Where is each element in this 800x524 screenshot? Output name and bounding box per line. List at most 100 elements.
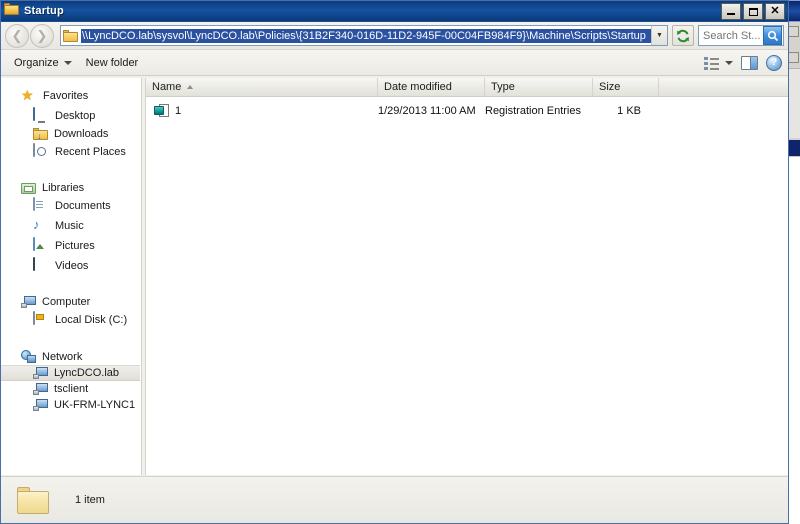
new-folder-label: New folder xyxy=(85,56,139,69)
sidebar-item-uk-frm-lync1[interactable]: UK-FRM-LYNC1 xyxy=(1,397,140,413)
sidebar-item-downloads[interactable]: ↓ Downloads xyxy=(1,126,140,142)
forward-button[interactable]: ❯ xyxy=(30,23,54,48)
help-glyph: ? xyxy=(770,57,778,68)
sidebar-label-computer: Computer xyxy=(42,296,91,308)
sidebar-label-pictures: Pictures xyxy=(55,240,95,252)
downloads-folder-icon: ↓ xyxy=(33,128,48,141)
sidebar-label-network: Network xyxy=(42,350,83,363)
network-computer-icon xyxy=(33,399,48,411)
sidebar-item-computer[interactable]: Computer xyxy=(1,294,140,310)
background-window-button-1 xyxy=(788,26,799,37)
sidebar-item-pictures[interactable]: Pictures xyxy=(1,236,140,256)
sidebar-label-lyncdco-lab: LyncDCO.lab xyxy=(54,367,120,379)
registration-entries-icon xyxy=(154,104,169,118)
search-icon[interactable] xyxy=(763,26,782,45)
sidebar-label-videos: Videos xyxy=(55,260,89,272)
organize-button[interactable]: Organize xyxy=(7,54,79,72)
sidebar-label-recent-places: Recent Places xyxy=(55,146,126,158)
new-folder-button[interactable]: New folder xyxy=(79,54,146,72)
close-button[interactable]: ✕ xyxy=(765,3,785,20)
sidebar-item-music[interactable]: ♪ Music xyxy=(1,216,140,236)
sidebar-item-tsclient[interactable]: tsclient xyxy=(1,381,140,397)
file-date-cell: 1/29/2013 11:00 AM xyxy=(378,105,476,117)
address-bar[interactable]: \\LyncDCO.lab\sysvol\LyncDCO.lab\Policie… xyxy=(60,25,668,46)
network-icon xyxy=(21,350,36,363)
column-header-filler xyxy=(659,78,788,96)
nav-spacer-3 xyxy=(1,334,140,348)
sidebar-label-tsclient: tsclient xyxy=(54,383,89,395)
libraries-icon xyxy=(21,182,36,194)
column-header-size-label: Size xyxy=(599,81,621,93)
sidebar-label-libraries: Libraries xyxy=(42,182,85,194)
sidebar-label-downloads: Downloads xyxy=(54,128,109,140)
background-window-button-2 xyxy=(788,52,799,63)
star-icon: ★ xyxy=(21,87,34,103)
column-header-size[interactable]: Size xyxy=(593,78,659,96)
sidebar-item-local-disk-c[interactable]: Local Disk (C:) xyxy=(1,310,140,330)
status-text: 1 item xyxy=(75,494,105,506)
column-header-name[interactable]: Name xyxy=(146,78,378,96)
window-title: Startup xyxy=(24,5,64,17)
sidebar-item-videos[interactable]: Videos xyxy=(1,256,140,276)
column-header-date-label: Date modified xyxy=(384,81,452,93)
file-name-cell[interactable]: 1 xyxy=(146,104,378,118)
address-dropdown-icon[interactable]: ▼ xyxy=(651,26,667,45)
sidebar-item-documents[interactable]: Documents xyxy=(1,196,140,216)
file-list-pane: Name Date modified Type Size 1 1/29/2013… xyxy=(146,78,788,475)
table-row[interactable]: 1 1/29/2013 11:00 AM Registration Entrie… xyxy=(146,102,788,120)
sidebar-label-documents: Documents xyxy=(55,200,111,212)
navigation-bar: ❮ ❯ \\LyncDCO.lab\sysvol\LyncDCO.lab\Pol… xyxy=(1,22,788,50)
explorer-window: Startup ✕ ❮ ❯ \\LyncDCO.lab\sysvol\LyncD… xyxy=(0,0,789,524)
document-icon xyxy=(33,197,49,214)
hard-disk-icon xyxy=(33,311,49,328)
view-chevron-down-icon xyxy=(725,61,733,65)
back-button[interactable]: ❮ xyxy=(5,23,29,48)
file-size-cell: 1 KB xyxy=(617,105,641,117)
status-folder-icon xyxy=(17,486,49,514)
sidebar-item-recent-places[interactable]: Recent Places xyxy=(1,142,140,162)
sidebar-item-lyncdco-lab[interactable]: LyncDCO.lab xyxy=(1,365,140,381)
address-folder-icon xyxy=(63,29,78,42)
window-controls: ✕ xyxy=(721,3,785,20)
computer-icon xyxy=(21,296,36,308)
status-bar: 1 item xyxy=(1,476,788,523)
maximize-button[interactable] xyxy=(743,3,763,20)
nav-group-network: Network LyncDCO.lab tsclient UK-FRM-LYNC… xyxy=(1,348,140,413)
music-note-icon: ♪ xyxy=(33,217,40,232)
refresh-button[interactable] xyxy=(672,25,694,46)
window-folder-icon xyxy=(4,3,20,19)
sidebar-label-uk-frm-lync1: UK-FRM-LYNC1 xyxy=(54,399,136,411)
network-computer-icon xyxy=(33,383,48,395)
nav-spacer-1 xyxy=(1,166,140,180)
nav-group-computer: Computer Local Disk (C:) xyxy=(1,294,140,330)
search-box[interactable] xyxy=(698,25,784,46)
organize-label: Organize xyxy=(14,56,59,69)
video-icon xyxy=(33,257,49,274)
column-header-row: Name Date modified Type Size xyxy=(146,78,788,97)
sidebar-item-network[interactable]: Network xyxy=(1,348,140,365)
view-list-icon xyxy=(704,56,720,70)
desktop-icon xyxy=(33,107,49,124)
sidebar-label-favorites: Favorites xyxy=(43,90,89,102)
preview-pane-icon[interactable] xyxy=(741,56,758,70)
nav-group-libraries: Libraries Documents ♪ Music Pictures Vid… xyxy=(1,180,140,276)
file-rows: 1 1/29/2013 11:00 AM Registration Entrie… xyxy=(146,97,788,475)
sort-ascending-icon xyxy=(187,85,194,89)
search-input[interactable] xyxy=(699,27,763,44)
nav-group-favorites: ★ Favorites Desktop ↓ Downloads Recent P… xyxy=(1,86,140,162)
command-bar-right: ? xyxy=(704,50,782,76)
minimize-button[interactable] xyxy=(721,3,741,20)
address-path-text[interactable]: \\LyncDCO.lab\sysvol\LyncDCO.lab\Policie… xyxy=(81,28,651,43)
sidebar-item-desktop[interactable]: Desktop xyxy=(1,106,140,126)
sidebar-label-local-disk-c: Local Disk (C:) xyxy=(55,314,128,326)
column-header-type[interactable]: Type xyxy=(485,78,593,96)
sidebar-item-favorites[interactable]: ★ Favorites xyxy=(1,86,140,106)
chevron-down-icon xyxy=(63,60,72,65)
title-bar[interactable]: Startup ✕ xyxy=(1,1,788,22)
file-type-cell: Registration Entries xyxy=(485,105,581,117)
change-view-button[interactable] xyxy=(704,56,733,70)
navigation-pane: ★ Favorites Desktop ↓ Downloads Recent P… xyxy=(1,78,141,475)
column-header-date-modified[interactable]: Date modified xyxy=(378,78,485,96)
sidebar-item-libraries[interactable]: Libraries xyxy=(1,180,140,196)
help-icon[interactable]: ? xyxy=(766,55,782,71)
